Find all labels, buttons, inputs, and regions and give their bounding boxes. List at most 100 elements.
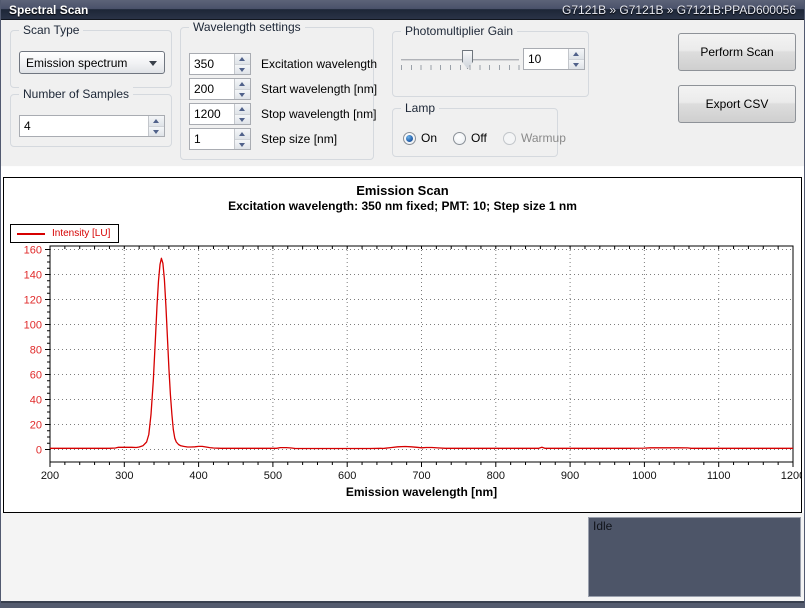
step-size-label: Step size [nm] xyxy=(261,132,337,146)
samples-input[interactable]: 4 xyxy=(19,115,165,137)
lamp-group: Lamp On Off Warmup xyxy=(392,108,558,157)
wavelength-group-label: Wavelength settings xyxy=(189,20,305,34)
spin-down-button[interactable] xyxy=(235,65,250,75)
start-wavelength-label: Start wavelength [nm] xyxy=(261,82,377,96)
spin-down-button[interactable] xyxy=(569,60,584,70)
lamp-warmup-label: Warmup xyxy=(521,131,566,145)
excitation-wavelength-row: 350 Excitation wavelength xyxy=(181,53,373,75)
lamp-on-label: On xyxy=(421,131,437,145)
svg-text:160: 160 xyxy=(24,245,42,257)
excitation-wavelength-label: Excitation wavelength xyxy=(261,57,377,71)
spin-down-button[interactable] xyxy=(235,115,250,125)
pmt-gain-input[interactable]: 10 xyxy=(523,48,585,70)
spin-down-button[interactable] xyxy=(235,140,250,150)
pmt-gain-group-label: Photomultiplier Gain xyxy=(401,24,517,38)
radio-selected-icon xyxy=(403,132,416,145)
spin-buttons xyxy=(234,79,250,99)
svg-text:20: 20 xyxy=(30,420,42,432)
perform-scan-button[interactable]: Perform Scan xyxy=(678,33,796,71)
spin-up-button[interactable] xyxy=(235,54,250,65)
lamp-on-radio[interactable]: On xyxy=(403,131,437,145)
arrow-up-icon xyxy=(239,107,245,111)
svg-text:900: 900 xyxy=(561,470,579,482)
svg-text:800: 800 xyxy=(487,470,505,482)
scan-type-group: Scan Type Emission spectrum xyxy=(10,30,172,88)
excitation-wavelength-value: 350 xyxy=(194,57,214,71)
spin-buttons xyxy=(234,129,250,149)
pmt-gain-slider[interactable] xyxy=(401,59,519,61)
samples-group-label: Number of Samples xyxy=(19,87,133,101)
svg-text:500: 500 xyxy=(264,470,282,482)
arrow-up-icon xyxy=(573,52,579,56)
start-wavelength-row: 200 Start wavelength [nm] xyxy=(181,78,373,100)
radio-icon xyxy=(453,132,466,145)
arrow-down-icon xyxy=(239,68,245,72)
svg-text:600: 600 xyxy=(338,470,356,482)
scan-type-dropdown[interactable]: Emission spectrum xyxy=(19,51,165,74)
svg-text:200: 200 xyxy=(41,470,59,482)
samples-spin-buttons xyxy=(148,116,164,136)
lamp-off-label: Off xyxy=(471,131,487,145)
samples-value: 4 xyxy=(24,119,31,133)
stop-wavelength-input[interactable]: 1200 xyxy=(189,103,251,125)
pmt-slider-ticks xyxy=(401,65,520,70)
arrow-down-icon xyxy=(153,130,159,134)
scan-type-group-label: Scan Type xyxy=(19,23,83,37)
svg-text:1000: 1000 xyxy=(632,470,656,482)
svg-text:40: 40 xyxy=(30,395,42,407)
spin-down-button[interactable] xyxy=(235,90,250,100)
svg-text:60: 60 xyxy=(30,370,42,382)
spin-up-button[interactable] xyxy=(235,129,250,140)
arrow-up-icon xyxy=(239,132,245,136)
svg-text:120: 120 xyxy=(24,295,42,307)
spin-up-button[interactable] xyxy=(149,116,164,127)
pmt-gain-group: Photomultiplier Gain 10 xyxy=(392,31,589,97)
spin-buttons xyxy=(234,104,250,124)
spin-up-button[interactable] xyxy=(235,104,250,115)
status-text: Idle xyxy=(593,519,612,533)
spectrum-plot: 2003004005006007008009001000110012000204… xyxy=(4,178,801,512)
chart-panel: Emission Scan Excitation wavelength: 350… xyxy=(3,177,802,513)
svg-text:400: 400 xyxy=(189,470,207,482)
lamp-off-radio[interactable]: Off xyxy=(453,131,487,145)
lamp-warmup-radio: Warmup xyxy=(503,131,566,145)
spin-up-button[interactable] xyxy=(569,49,584,60)
svg-text:300: 300 xyxy=(115,470,133,482)
spin-up-button[interactable] xyxy=(235,79,250,90)
arrow-up-icon xyxy=(239,57,245,61)
export-csv-button[interactable]: Export CSV xyxy=(678,85,796,123)
spin-down-button[interactable] xyxy=(149,127,164,137)
arrow-down-icon xyxy=(239,118,245,122)
stop-wavelength-label: Stop wavelength [nm] xyxy=(261,107,376,121)
scan-type-value: Emission spectrum xyxy=(26,56,127,70)
app-window: Spectral Scan G7121B » G7121B » G7121B:P… xyxy=(0,0,805,608)
svg-text:Emission wavelength [nm]: Emission wavelength [nm] xyxy=(346,485,497,499)
stop-wavelength-value: 1200 xyxy=(194,107,221,121)
lamp-group-label: Lamp xyxy=(401,101,439,115)
step-size-input[interactable]: 1 xyxy=(189,128,251,150)
status-log-panel: Idle xyxy=(588,517,801,597)
step-size-row: 1 Step size [nm] xyxy=(181,128,373,150)
control-panel: Scan Type Emission spectrum Number of Sa… xyxy=(0,20,805,167)
window-left-border xyxy=(0,0,1,608)
bottom-status-bar xyxy=(0,601,805,608)
arrow-up-icon xyxy=(239,82,245,86)
stop-wavelength-row: 1200 Stop wavelength [nm] xyxy=(181,103,373,125)
bottom-panel: Idle xyxy=(0,513,805,601)
excitation-wavelength-input[interactable]: 350 xyxy=(189,53,251,75)
spin-buttons xyxy=(234,54,250,74)
title-bar: Spectral Scan G7121B » G7121B » G7121B:P… xyxy=(0,0,805,20)
svg-text:80: 80 xyxy=(30,345,42,357)
svg-text:1200: 1200 xyxy=(781,470,801,482)
arrow-down-icon xyxy=(239,143,245,147)
instrument-breadcrumb: G7121B » G7121B » G7121B:PPAD600056 xyxy=(562,3,796,17)
chevron-down-icon xyxy=(149,61,157,66)
svg-text:0: 0 xyxy=(36,445,42,457)
spin-buttons xyxy=(568,49,584,69)
pmt-gain-value: 10 xyxy=(528,52,541,66)
svg-text:1100: 1100 xyxy=(707,470,731,482)
start-wavelength-input[interactable]: 200 xyxy=(189,78,251,100)
step-size-value: 1 xyxy=(194,132,201,146)
window-title: Spectral Scan xyxy=(9,3,88,17)
start-wavelength-value: 200 xyxy=(194,82,214,96)
